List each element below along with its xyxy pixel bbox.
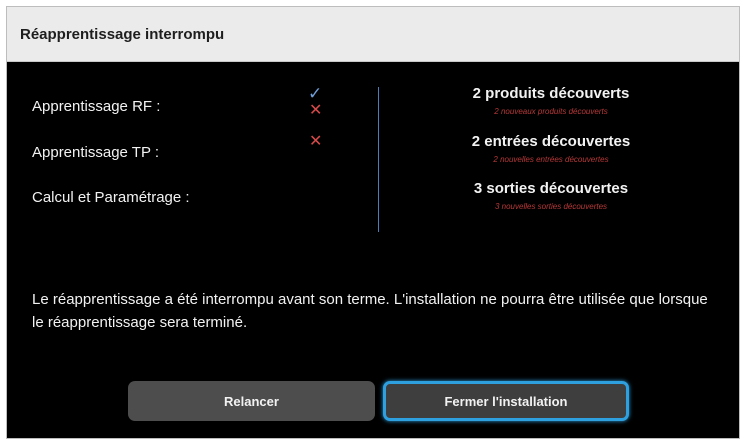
result-outputs: 3 sorties découvertes 3 nouvelles sortie… [405,180,697,211]
result-inputs: 2 entrées découvertes 2 nouvelles entrée… [405,133,697,164]
relearning-dialog: Réapprentissage interrompu Apprentissage… [6,6,740,439]
step-label-rf: Apprentissage RF : [32,98,161,115]
close-installation-button[interactable]: Fermer l'installation [383,381,629,421]
result-products-count: 2 produits découverts [472,85,630,102]
cross-icon: ✕ [309,133,323,150]
step-label-calc: Calcul et Paramétrage : [32,189,190,206]
relaunch-button[interactable]: Relancer [128,381,375,421]
result-outputs-new: 3 nouvelles sorties découvertes [494,202,608,211]
result-outputs-count: 3 sorties découvertes [473,180,629,197]
check-icon: ✓ [308,84,323,103]
result-inputs-new: 2 nouvelles entrées découvertes [493,155,609,164]
step-label-tp: Apprentissage TP : [32,144,160,161]
interruption-message: Le réapprentissage a été interrompu avan… [32,291,708,331]
vertical-divider [378,87,379,232]
result-products-new: 2 nouveaux produits découverts [494,107,608,116]
result-inputs-count: 2 entrées découvertes [471,133,631,150]
dialog-title: Réapprentissage interrompu [7,7,739,62]
result-products: 2 produits découverts 2 nouveaux produit… [405,85,697,116]
cross-icon: ✕ [309,102,323,119]
